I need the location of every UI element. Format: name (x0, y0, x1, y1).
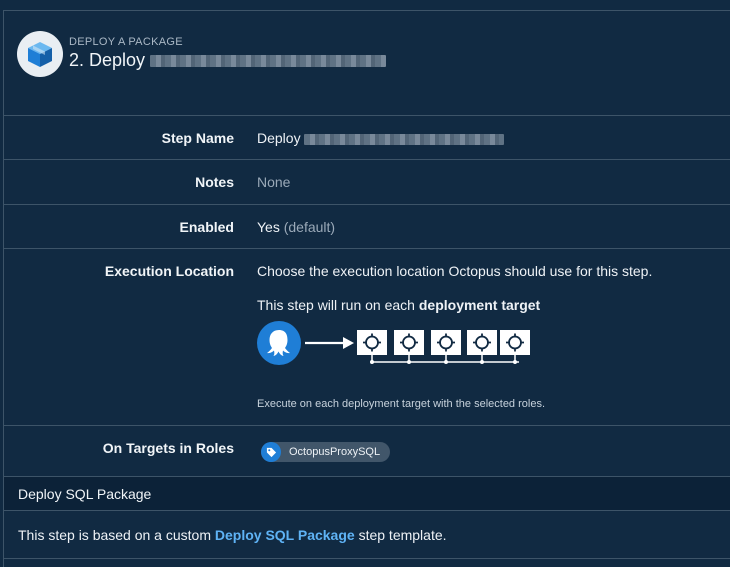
field-label: Enabled (179, 219, 234, 235)
step-title-prefix: 2. Deploy (69, 50, 146, 70)
field-label: Execution Location (104, 263, 234, 279)
execution-diagram (257, 321, 532, 376)
step-template-link[interactable]: Deploy SQL Package (215, 527, 355, 543)
deployment-target-icon (431, 330, 461, 364)
section-title: Deploy SQL Package (18, 486, 152, 502)
role-chip[interactable]: OctopusProxySQL (261, 442, 391, 462)
step-details-panel: DEPLOY A PACKAGE 2. Deploy Step Name Dep… (3, 10, 730, 567)
enabled-default-suffix: (default) (283, 219, 336, 235)
page-title: 2. Deploy (69, 50, 387, 71)
arrow-right-icon (305, 337, 354, 349)
enabled-value-text: Yes (257, 219, 280, 235)
field-label: Step Name (161, 130, 234, 146)
field-enabled: Enabled Yes (default) (4, 204, 730, 248)
tag-icon (261, 442, 281, 462)
field-label: On Targets in Roles (102, 440, 234, 456)
field-step-name: Step Name Deploy (4, 115, 730, 159)
deployment-target-icon (467, 330, 497, 364)
step-name-prefix: Deploy (257, 130, 301, 146)
octopus-icon (257, 321, 301, 365)
redacted-step-name (150, 55, 387, 68)
deployment-target-icon (357, 330, 387, 364)
execution-caption: Execute on each deployment target with t… (257, 398, 546, 410)
redacted-step-name (304, 133, 505, 145)
deployment-target-icon (394, 330, 424, 364)
step-header: DEPLOY A PACKAGE 2. Deploy (4, 11, 730, 115)
package-icon (17, 31, 63, 77)
step-name-value: Deploy (257, 130, 505, 146)
summary-bold: deployment target (418, 297, 541, 313)
execution-location-summary: This step will run on each deployment ta… (257, 297, 540, 313)
deployment-target-icon (500, 330, 530, 364)
field-target-roles: On Targets in Roles OctopusProxySQL (4, 425, 730, 476)
template-info-prefix: This step is based on a custom (18, 527, 215, 543)
section-header: Deploy SQL Package (4, 476, 730, 511)
summary-prefix: This step will run on each (257, 297, 419, 313)
enabled-value: Yes (default) (257, 219, 335, 235)
execution-location-description: Choose the execution location Octopus sh… (257, 263, 653, 279)
step-type-label: DEPLOY A PACKAGE (69, 36, 183, 48)
role-chip-label: OctopusProxySQL (289, 446, 381, 458)
field-label: Notes (195, 174, 234, 190)
field-notes: Notes None (4, 159, 730, 204)
divider (4, 558, 730, 559)
template-info: This step is based on a custom Deploy SQ… (18, 527, 447, 543)
notes-value: None (257, 174, 291, 190)
field-execution-location: Execution Location Choose the execution … (4, 248, 730, 425)
template-info-suffix: step template. (354, 527, 447, 543)
